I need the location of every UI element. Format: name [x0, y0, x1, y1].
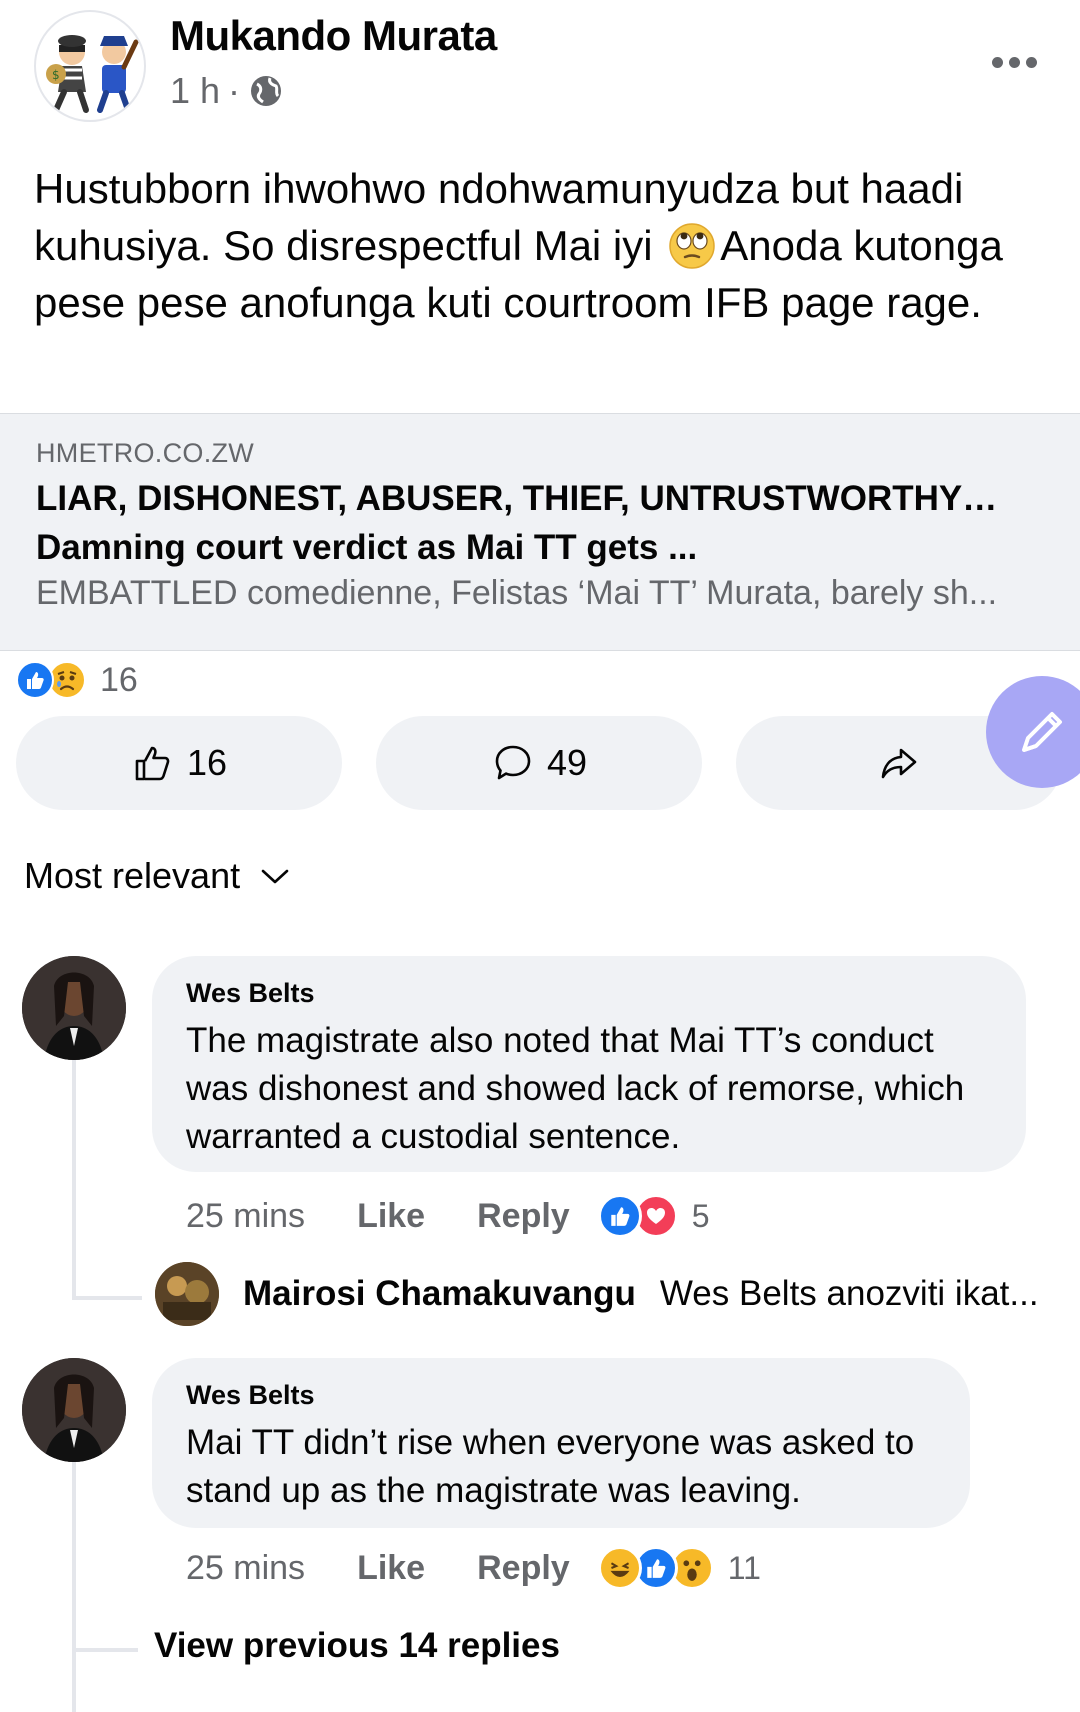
link-title: LIAR, DISHONEST, ABUSER, THIEF, UNTRUSTW…: [36, 479, 998, 567]
reply-preview[interactable]: Mairosi Chamakuvangu Wes Belts anozviti …: [155, 1262, 1039, 1326]
reaction-icons: [16, 659, 92, 701]
comment-time[interactable]: 25 mins: [186, 1549, 305, 1588]
post-meta: 1 h ·: [170, 70, 284, 112]
comment-author[interactable]: Wes Belts: [186, 978, 992, 1009]
profile-photo-icon: [155, 1262, 219, 1326]
comment-reaction-count: 11: [727, 1549, 761, 1586]
comment-like-button[interactable]: Like: [357, 1197, 425, 1236]
comment-author[interactable]: Wes Belts: [186, 1380, 936, 1411]
view-previous-replies-link[interactable]: View previous 14 replies: [154, 1626, 560, 1666]
comment-reactions[interactable]: 5: [597, 1194, 710, 1238]
haha-reaction-icon: [597, 1546, 642, 1590]
profile-photo-icon: [22, 1358, 126, 1462]
post-header: $ Mukando Murata 1 h ·: [0, 0, 1080, 130]
comment-time[interactable]: 25 mins: [186, 1197, 305, 1236]
comment-actions: 25 mins Like Reply 5: [186, 1194, 710, 1238]
comment-text: Mai TT didn’t rise when everyone was ask…: [186, 1423, 915, 1510]
thread-line: [72, 1648, 138, 1652]
comment-reply-button[interactable]: Reply: [477, 1549, 570, 1588]
thread-line: [72, 1060, 76, 1300]
author-avatar[interactable]: $: [34, 10, 146, 122]
comment-bubble: Wes Belts The magistrate also noted that…: [152, 956, 1026, 1172]
more-options-icon[interactable]: [992, 50, 1042, 74]
svg-text:$: $: [52, 68, 60, 82]
comment-like-button[interactable]: Like: [357, 1549, 425, 1588]
link-preview-card[interactable]: HMETRO.CO.ZW LIAR, DISHONEST, ABUSER, TH…: [0, 413, 1080, 651]
comment-sort-dropdown[interactable]: Most relevant: [24, 855, 290, 897]
link-description: EMBATTLED comedienne, Felistas ‘Mai TT’ …: [36, 574, 998, 612]
comment-count: 49: [546, 742, 588, 783]
comment-button[interactable]: 49: [376, 716, 702, 810]
post-time[interactable]: 1 h: [170, 70, 220, 112]
eye-roll-emoji-icon: [669, 223, 716, 269]
thread-line: [72, 1428, 76, 1712]
commenter-avatar[interactable]: [22, 1358, 126, 1462]
comment-text: The magistrate also noted that Mai TT’s …: [186, 1021, 965, 1156]
comment-bubble-icon: [495, 745, 531, 780]
comment-actions: 25 mins Like Reply 11: [186, 1546, 761, 1590]
cartoon-avatar-icon: $: [46, 35, 139, 113]
link-domain: HMETRO.CO.ZW: [36, 438, 255, 468]
sort-label: Most relevant: [24, 855, 241, 896]
like-reaction-icon: [16, 661, 54, 699]
reply-author[interactable]: Mairosi Chamakuvangu: [243, 1274, 636, 1314]
profile-photo-icon: [22, 956, 126, 1060]
comment-reaction-count: 5: [691, 1197, 710, 1234]
thread-line: [72, 1296, 142, 1300]
meta-separator: ·: [228, 70, 241, 111]
reply-avatar[interactable]: [155, 1262, 219, 1326]
globe-icon[interactable]: [248, 73, 284, 109]
like-count: 16: [186, 742, 228, 783]
chevron-down-icon: [261, 869, 289, 884]
pencil-icon: [1022, 712, 1062, 752]
comment-reply-button[interactable]: Reply: [477, 1197, 570, 1236]
reactions-summary[interactable]: 16: [16, 658, 138, 702]
thumbs-up-icon: [135, 746, 170, 781]
comment-bubble: Wes Belts Mai TT didn’t rise when everyo…: [152, 1358, 970, 1528]
like-reaction-icon: [597, 1194, 642, 1238]
reply-snippet: Wes Belts anozviti ikat...: [659, 1274, 1039, 1313]
like-button[interactable]: 16: [16, 716, 342, 810]
post-text: Hustubborn ihwohwo ndohwamunyudza but ha…: [34, 160, 1054, 331]
commenter-avatar[interactable]: [22, 956, 126, 1060]
author-name[interactable]: Mukando Murata: [170, 12, 497, 60]
share-arrow-icon: [881, 748, 917, 779]
comment-reactions[interactable]: 11: [597, 1546, 761, 1590]
reaction-count: 16: [100, 660, 138, 699]
